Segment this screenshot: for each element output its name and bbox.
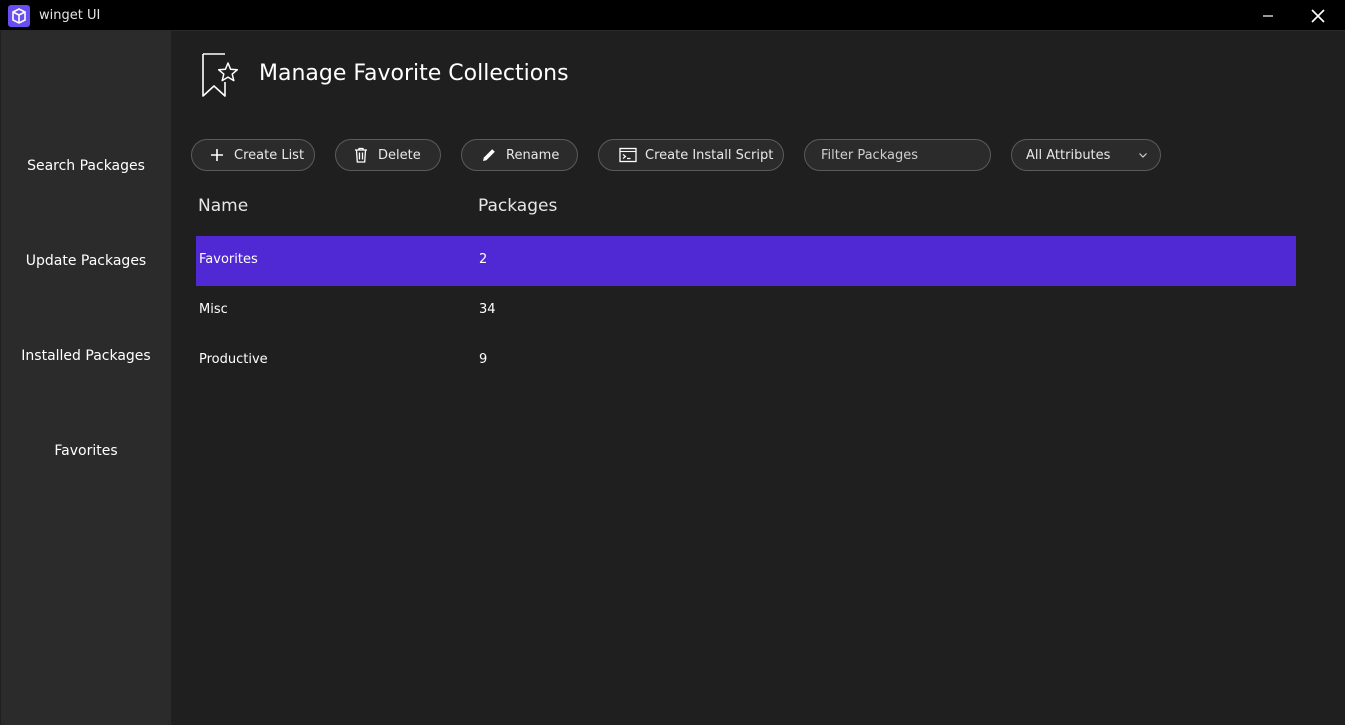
row-name: Productive [199,352,268,367]
delete-label: Delete [378,147,421,163]
sidebar-item-update-packages[interactable]: Update Packages [1,241,171,281]
bookmark-star-icon [202,53,239,97]
sidebar-item-installed-packages[interactable]: Installed Packages [1,336,171,376]
sidebar-item-label: Search Packages [27,158,145,174]
column-header-name[interactable]: Name [198,196,248,216]
trash-icon [352,146,370,164]
table-row[interactable]: Misc 34 [196,286,1296,336]
window-title: winget UI [39,8,101,23]
rename-label: Rename [506,147,560,163]
pencil-icon [480,146,498,164]
create-install-script-button[interactable]: Create Install Script [598,139,784,171]
rename-button[interactable]: Rename [461,139,578,171]
table-row[interactable]: Productive 9 [196,336,1296,386]
close-icon [1311,8,1325,23]
table-row[interactable]: Favorites 2 [196,236,1296,286]
title-bar: winget UI [0,0,1345,31]
create-list-button[interactable]: Create List [191,139,315,171]
chevron-down-icon [1139,153,1147,158]
minimize-icon [1263,14,1273,17]
sidebar-item-search-packages[interactable]: Search Packages [1,146,171,186]
sidebar-item-label: Update Packages [25,253,147,269]
plus-icon [208,146,226,164]
attributes-dropdown[interactable]: All Attributes [1011,139,1161,171]
create-install-script-label: Create Install Script [645,147,774,163]
filter-packages-input[interactable] [804,139,991,171]
row-name: Favorites [199,252,258,267]
column-header-packages[interactable]: Packages [478,196,557,216]
winget-logo-icon [8,5,30,27]
sidebar-item-favorites[interactable]: Favorites [1,431,171,471]
attributes-dropdown-value: All Attributes [1026,147,1111,163]
minimize-button[interactable] [1245,0,1291,31]
page-title: Manage Favorite Collections [259,61,569,86]
row-package-count: 34 [479,302,496,317]
row-package-count: 9 [479,352,488,367]
create-list-label: Create List [234,147,305,163]
row-package-count: 2 [479,252,488,267]
close-button[interactable] [1295,0,1341,31]
sidebar: Search Packages Update Packages Installe… [1,31,171,725]
terminal-icon [619,146,637,164]
sidebar-item-label: Installed Packages [21,348,151,364]
delete-button[interactable]: Delete [335,139,441,171]
sidebar-item-label: Favorites [54,443,118,459]
row-name: Misc [199,302,228,317]
